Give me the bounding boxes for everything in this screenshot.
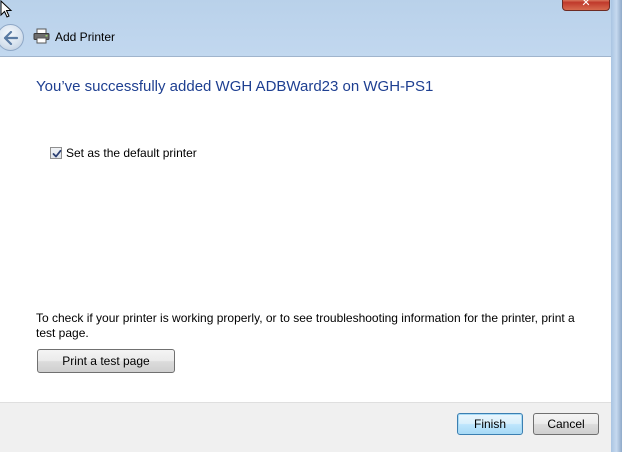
wizard-footer: Finish Cancel — [0, 402, 611, 452]
close-button[interactable]: ✕ — [562, 0, 610, 11]
wizard-header: Add Printer — [0, 20, 611, 54]
add-printer-window: ✕ Add Printer You’ve successfully added … — [0, 0, 622, 452]
wizard-title: Add Printer — [55, 30, 116, 44]
success-heading: You’ve successfully added WGH ADBWard23 … — [36, 78, 434, 95]
finish-button[interactable]: Finish — [457, 413, 523, 435]
window-frame-right — [611, 0, 622, 452]
default-printer-option[interactable]: Set as the default printer — [50, 146, 197, 160]
default-printer-label[interactable]: Set as the default printer — [66, 146, 197, 160]
wizard-content: You’ve successfully added WGH ADBWard23 … — [0, 56, 611, 402]
default-printer-checkbox[interactable] — [50, 147, 62, 159]
back-button[interactable] — [0, 24, 24, 51]
cancel-button[interactable]: Cancel — [533, 413, 599, 435]
printer-icon — [33, 28, 50, 44]
test-page-info-text: To check if your printer is working prop… — [36, 311, 575, 340]
close-icon: ✕ — [581, 0, 591, 9]
print-test-page-button[interactable]: Print a test page — [37, 349, 175, 373]
mouse-cursor-icon — [0, 0, 13, 18]
checkmark-icon — [52, 149, 62, 158]
back-arrow-icon — [3, 31, 19, 45]
